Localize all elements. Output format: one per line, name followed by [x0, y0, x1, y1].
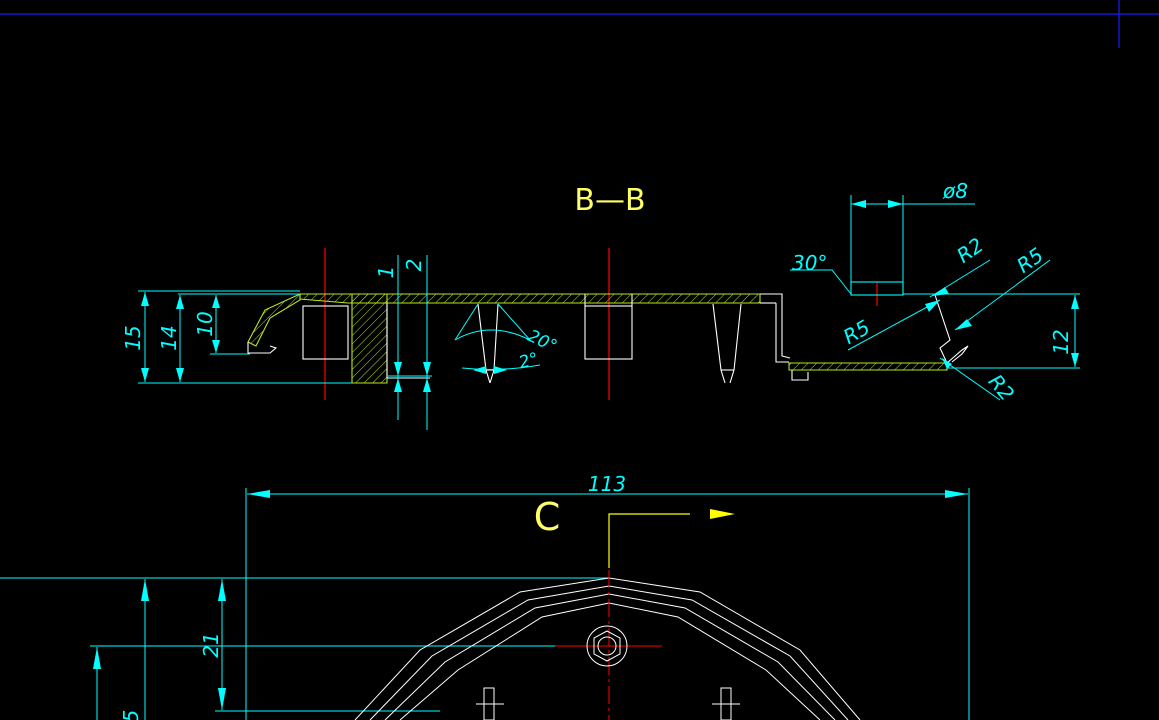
dim-113: 113 [588, 472, 626, 496]
radius-r5-right: R5 [1012, 243, 1048, 278]
dim-phi8: ø8 [942, 179, 968, 203]
angle-2: 2° [517, 349, 541, 373]
dim-21: 21 [199, 632, 223, 657]
section-mark-c: C [534, 495, 561, 539]
drawing-frame [0, 0, 1159, 48]
dim-5: 5 [119, 710, 143, 720]
dim-1: 1 [374, 266, 398, 279]
radius-r5-left: R5 [839, 315, 874, 349]
dim-15: 15 [121, 325, 145, 350]
dim-12: 12 [1049, 329, 1073, 354]
angle-30: 30° [792, 251, 827, 275]
dim-14: 14 [157, 325, 181, 350]
cad-drawing-canvas[interactable]: B—B 15 14 10 1 2 20° 2° 30° ø8 R5 R2 R5 … [0, 0, 1159, 720]
plan-left-dimensions [0, 577, 609, 720]
section-cut-arrow [608, 509, 735, 568]
dim-2: 2 [402, 259, 426, 272]
section-view-b-b: B—B 15 14 10 1 2 20° 2° 30° ø8 R5 R2 R5 … [121, 179, 1080, 430]
dim-10: 10 [193, 311, 217, 336]
hatched-section [247, 293, 948, 384]
plan-outline-arcs [354, 577, 861, 720]
dim-113-group [245, 488, 970, 720]
small-bosses [476, 687, 740, 720]
section-title: B—B [574, 183, 645, 218]
radius-r2-bottom: R2 [984, 370, 1019, 406]
plan-view: 113 C 21 5 [0, 472, 970, 720]
radius-r2-top: R2 [952, 233, 988, 268]
